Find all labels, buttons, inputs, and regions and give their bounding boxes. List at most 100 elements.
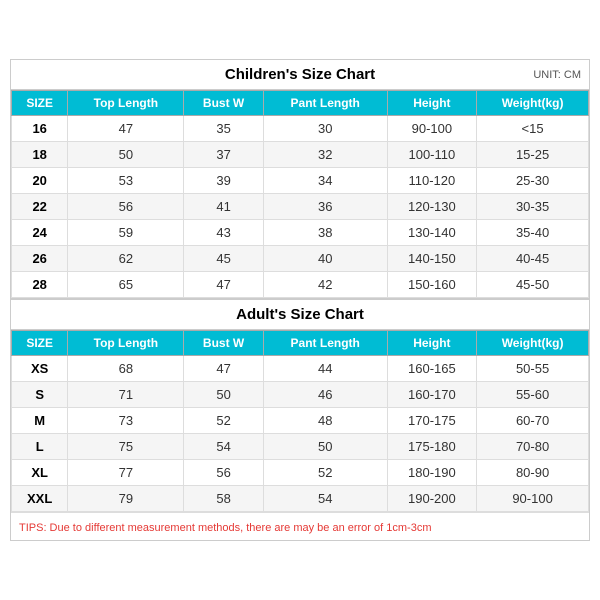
table-cell: 150-160	[387, 272, 477, 298]
adult-header-size: SIZE	[12, 331, 68, 356]
table-row: 1647353090-100<15	[12, 116, 589, 142]
table-cell: 43	[184, 220, 264, 246]
table-cell: 79	[68, 486, 184, 512]
table-cell: 175-180	[387, 434, 477, 460]
adult-header-pant-length: Pant Length	[263, 331, 387, 356]
table-cell: 22	[12, 194, 68, 220]
table-cell: 58	[184, 486, 264, 512]
table-cell: 46	[263, 382, 387, 408]
table-cell: 50	[68, 142, 184, 168]
table-cell: 45-50	[477, 272, 589, 298]
table-row: XL775652180-19080-90	[12, 460, 589, 486]
table-cell: 52	[184, 408, 264, 434]
table-cell: 20	[12, 168, 68, 194]
table-cell: 110-120	[387, 168, 477, 194]
table-cell: 16	[12, 116, 68, 142]
adult-header-row: SIZE Top Length Bust W Pant Length Heigh…	[12, 331, 589, 356]
table-cell: S	[12, 382, 68, 408]
table-cell: 24	[12, 220, 68, 246]
table-cell: 190-200	[387, 486, 477, 512]
table-cell: 44	[263, 356, 387, 382]
table-cell: 68	[68, 356, 184, 382]
size-chart-container: Children's Size Chart UNIT: CM SIZE Top …	[10, 59, 590, 541]
table-cell: 30-35	[477, 194, 589, 220]
unit-label: UNIT: CM	[533, 69, 581, 81]
adult-title: Adult's Size Chart	[236, 306, 364, 323]
table-row: XS684744160-16550-55	[12, 356, 589, 382]
adult-title-row: Adult's Size Chart	[11, 298, 589, 330]
children-title-row: Children's Size Chart UNIT: CM	[11, 60, 589, 90]
table-cell: 30	[263, 116, 387, 142]
children-title: Children's Size Chart	[225, 66, 375, 83]
table-row: 22564136120-13030-35	[12, 194, 589, 220]
header-size: SIZE	[12, 91, 68, 116]
table-cell: 35	[184, 116, 264, 142]
tips-row: TIPS: Due to different measurement metho…	[11, 512, 589, 540]
table-cell: M	[12, 408, 68, 434]
table-cell: L	[12, 434, 68, 460]
table-cell: 41	[184, 194, 264, 220]
table-cell: 42	[263, 272, 387, 298]
table-cell: 60-70	[477, 408, 589, 434]
table-cell: <15	[477, 116, 589, 142]
table-cell: 38	[263, 220, 387, 246]
table-cell: 170-175	[387, 408, 477, 434]
adult-header-height: Height	[387, 331, 477, 356]
table-cell: 59	[68, 220, 184, 246]
header-top-length: Top Length	[68, 91, 184, 116]
table-cell: 36	[263, 194, 387, 220]
table-row: XXL795854190-20090-100	[12, 486, 589, 512]
table-cell: 50-55	[477, 356, 589, 382]
table-row: 24594338130-14035-40	[12, 220, 589, 246]
adult-header-bust-w: Bust W	[184, 331, 264, 356]
table-cell: 35-40	[477, 220, 589, 246]
table-cell: 55-60	[477, 382, 589, 408]
table-row: M735248170-17560-70	[12, 408, 589, 434]
table-row: 18503732100-11015-25	[12, 142, 589, 168]
table-row: 26624540140-15040-45	[12, 246, 589, 272]
table-cell: 47	[184, 272, 264, 298]
table-cell: 25-30	[477, 168, 589, 194]
table-cell: 26	[12, 246, 68, 272]
header-bust-w: Bust W	[184, 91, 264, 116]
table-cell: 80-90	[477, 460, 589, 486]
table-cell: 70-80	[477, 434, 589, 460]
table-cell: 140-150	[387, 246, 477, 272]
table-cell: 75	[68, 434, 184, 460]
table-cell: 62	[68, 246, 184, 272]
table-cell: 15-25	[477, 142, 589, 168]
table-cell: 52	[263, 460, 387, 486]
adult-header-top-length: Top Length	[68, 331, 184, 356]
table-cell: XL	[12, 460, 68, 486]
table-row: 20533934110-12025-30	[12, 168, 589, 194]
table-cell: 77	[68, 460, 184, 486]
table-cell: 100-110	[387, 142, 477, 168]
adult-table: SIZE Top Length Bust W Pant Length Heigh…	[11, 330, 589, 512]
table-cell: 28	[12, 272, 68, 298]
table-cell: 56	[68, 194, 184, 220]
table-row: L755450175-18070-80	[12, 434, 589, 460]
table-cell: 40	[263, 246, 387, 272]
table-cell: 56	[184, 460, 264, 486]
children-table: SIZE Top Length Bust W Pant Length Heigh…	[11, 90, 589, 298]
table-cell: 47	[68, 116, 184, 142]
table-row: S715046160-17055-60	[12, 382, 589, 408]
children-header-row: SIZE Top Length Bust W Pant Length Heigh…	[12, 91, 589, 116]
table-cell: 50	[184, 382, 264, 408]
table-cell: 90-100	[387, 116, 477, 142]
table-cell: XS	[12, 356, 68, 382]
table-cell: 48	[263, 408, 387, 434]
table-cell: 90-100	[477, 486, 589, 512]
header-pant-length: Pant Length	[263, 91, 387, 116]
table-cell: 73	[68, 408, 184, 434]
table-cell: 180-190	[387, 460, 477, 486]
table-cell: 45	[184, 246, 264, 272]
table-cell: 120-130	[387, 194, 477, 220]
table-cell: 160-170	[387, 382, 477, 408]
table-cell: 40-45	[477, 246, 589, 272]
header-weight: Weight(kg)	[477, 91, 589, 116]
table-cell: XXL	[12, 486, 68, 512]
table-cell: 65	[68, 272, 184, 298]
table-cell: 34	[263, 168, 387, 194]
table-cell: 71	[68, 382, 184, 408]
